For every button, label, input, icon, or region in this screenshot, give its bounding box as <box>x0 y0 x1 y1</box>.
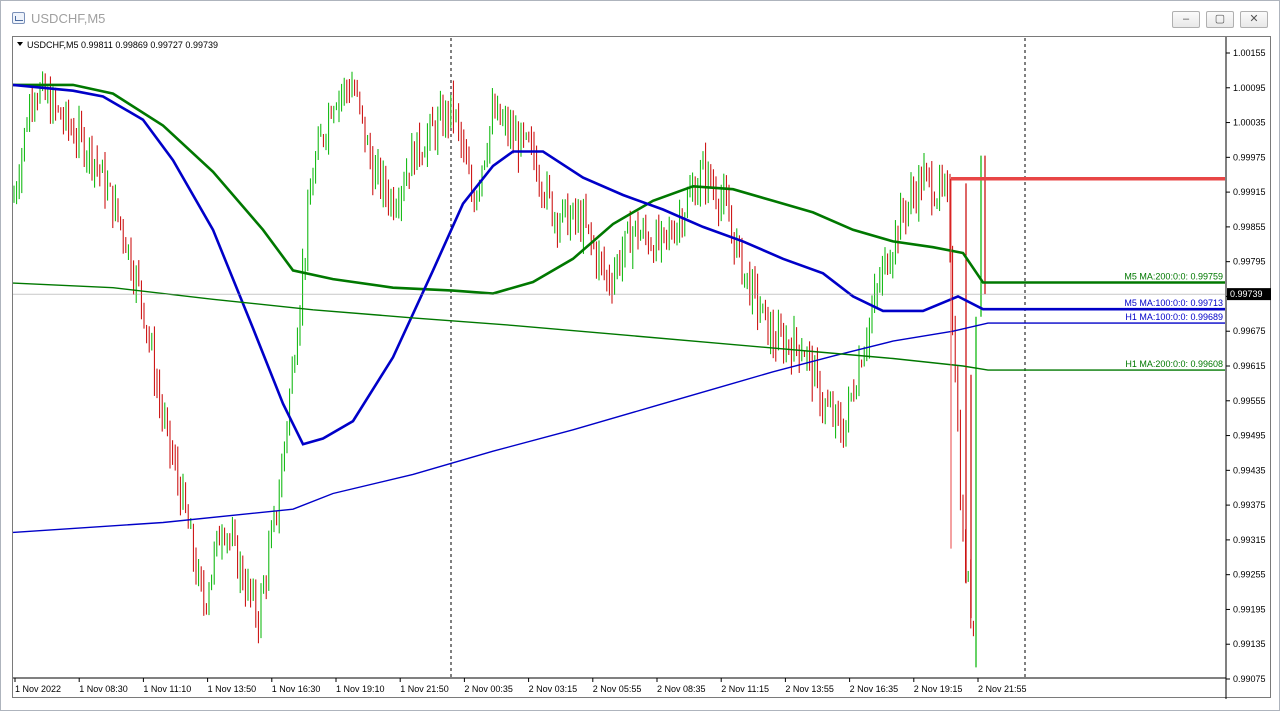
x-tick-label: 1 Nov 11:10 <box>143 684 191 694</box>
y-tick-label: 0.99075 <box>1233 674 1266 684</box>
x-tick-label: 2 Nov 19:15 <box>914 684 963 694</box>
x-tick-label: 2 Nov 08:35 <box>657 684 706 694</box>
y-tick-label: 0.99135 <box>1233 639 1266 649</box>
x-tick-label: 2 Nov 11:15 <box>721 684 769 694</box>
chart-window-icon <box>12 12 25 24</box>
x-tick-label: 1 Nov 13:50 <box>208 684 257 694</box>
close-button[interactable]: ✕ <box>1240 11 1268 28</box>
y-tick-label: 1.00155 <box>1233 48 1266 58</box>
y-tick-label: 0.99675 <box>1233 326 1266 336</box>
x-tick-label: 2 Nov 03:15 <box>529 684 578 694</box>
ma-label: H1 MA:200:0:0: 0.99608 <box>1125 359 1223 369</box>
y-tick-label: 0.99375 <box>1233 500 1266 510</box>
x-tick-label: 1 Nov 08:30 <box>79 684 128 694</box>
moving-average-line <box>13 282 1225 371</box>
moving-average-line <box>13 322 1225 534</box>
y-tick-label: 1.00035 <box>1233 118 1266 128</box>
ma-label: M5 MA:200:0:0: 0.99759 <box>1124 272 1223 282</box>
x-tick-label: 2 Nov 13:55 <box>785 684 834 694</box>
moving-average-line <box>13 83 1225 446</box>
restore-button[interactable]: ▢ <box>1206 11 1234 28</box>
y-tick-label: 0.99435 <box>1233 465 1266 475</box>
x-tick-label: 2 Nov 05:55 <box>593 684 642 694</box>
minimize-button[interactable]: – <box>1172 11 1200 28</box>
dropdown-icon <box>17 42 23 46</box>
y-tick-label: 0.99195 <box>1233 604 1266 614</box>
x-tick-label: 2 Nov 21:55 <box>978 684 1027 694</box>
y-tick-label: 0.99855 <box>1233 222 1266 232</box>
y-tick-label: 0.99495 <box>1233 431 1266 441</box>
y-tick-label: 0.99975 <box>1233 152 1266 162</box>
price-chart[interactable]: 1.00155 1.00095 1.00035 0.99975 0.99915 0.998… <box>13 37 1272 699</box>
moving-average-line <box>13 83 1225 295</box>
y-tick-label: 0.99615 <box>1233 361 1266 371</box>
chart-area[interactable]: 1.00155 1.00095 1.00035 0.99975 0.99915 0.998… <box>12 36 1272 699</box>
x-tick-label: 1 Nov 19:10 <box>336 684 385 694</box>
y-tick-label: 1.00095 <box>1233 83 1266 93</box>
symbol-info: USDCHF,M5 0.99811 0.99869 0.99727 0.9973… <box>27 40 218 50</box>
ma-label: M5 MA:100:0:0: 0.99713 <box>1124 298 1223 308</box>
x-tick-label: 2 Nov 00:35 <box>464 684 513 694</box>
window-title: USDCHF,M5 <box>31 11 106 26</box>
x-tick-label: 1 Nov 21:50 <box>400 684 449 694</box>
current-price-label: 0.99739 <box>1230 289 1263 299</box>
y-tick-label: 0.99915 <box>1233 187 1266 197</box>
window-titlebar[interactable]: USDCHF,M5 – ▢ ✕ <box>1 1 1279 35</box>
ma-label: H1 MA:100:0:0: 0.99689 <box>1125 312 1223 322</box>
x-tick-label: 1 Nov 16:30 <box>272 684 321 694</box>
y-tick-label: 0.99315 <box>1233 535 1266 545</box>
y-tick-label: 0.99255 <box>1233 570 1266 580</box>
chart-window: USDCHF,M5 – ▢ ✕ 1.00155 1.00095 1.00035 0.9… <box>0 0 1280 711</box>
y-tick-label: 0.99795 <box>1233 257 1266 267</box>
x-tick-label: 2 Nov 16:35 <box>850 684 899 694</box>
x-tick-label: 1 Nov 2022 <box>15 684 61 694</box>
y-tick-label: 0.99555 <box>1233 396 1266 406</box>
